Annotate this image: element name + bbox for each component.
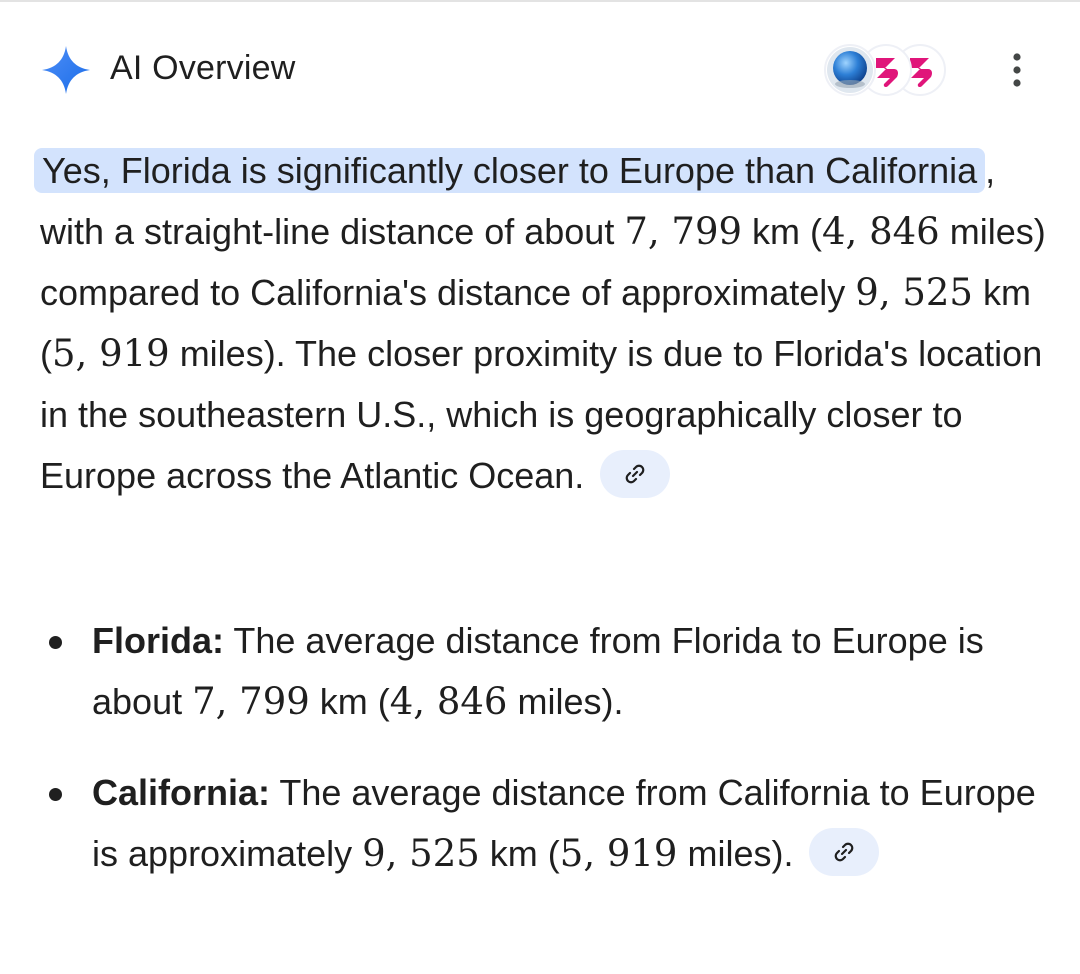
overview-summary: Yes, Florida is significantly closer to … bbox=[34, 140, 1050, 506]
sparkle-icon bbox=[42, 46, 90, 94]
header-title: AI Overview bbox=[110, 49, 296, 87]
math-number: 5, 919 bbox=[52, 332, 170, 375]
bullet-dot bbox=[49, 636, 62, 649]
math-number: 9, 525 bbox=[855, 271, 973, 314]
link-icon bbox=[835, 843, 854, 862]
globe-source-icon[interactable] bbox=[824, 44, 876, 96]
list-item: Florida: The average distance from Flori… bbox=[40, 610, 1050, 732]
top-divider bbox=[0, 0, 1080, 2]
summary-text: miles). The closer proximity is due to F… bbox=[40, 333, 1043, 496]
list-item: California: The average distance from Ca… bbox=[40, 762, 1050, 884]
bullet-text: miles). bbox=[507, 681, 624, 722]
bullet-label: California: bbox=[92, 772, 271, 813]
summary-text: km ( bbox=[742, 211, 823, 252]
bullet-dot bbox=[49, 788, 62, 801]
source-avatars[interactable] bbox=[824, 44, 948, 96]
more-vert-icon[interactable] bbox=[1002, 48, 1032, 92]
math-number: 7, 799 bbox=[192, 680, 310, 723]
math-number: 5, 919 bbox=[559, 832, 678, 875]
math-number: 4, 846 bbox=[822, 210, 940, 253]
link-icon bbox=[626, 465, 645, 484]
bullet-text: km ( bbox=[479, 833, 560, 874]
source-link-button[interactable] bbox=[600, 450, 671, 499]
math-number: 7, 799 bbox=[624, 210, 743, 253]
bullet-text: km ( bbox=[309, 681, 390, 722]
bullet-label: Florida: bbox=[92, 620, 224, 661]
highlighted-answer: Yes, Florida is significantly closer to … bbox=[34, 148, 986, 193]
bullet-text: miles). bbox=[677, 833, 794, 874]
math-number: 9, 525 bbox=[362, 832, 480, 875]
source-link-button[interactable] bbox=[809, 828, 880, 877]
ai-overview-header: AI Overview bbox=[40, 40, 1050, 96]
detail-list: Florida: The average distance from Flori… bbox=[40, 610, 1050, 914]
math-number: 4, 846 bbox=[389, 680, 508, 723]
